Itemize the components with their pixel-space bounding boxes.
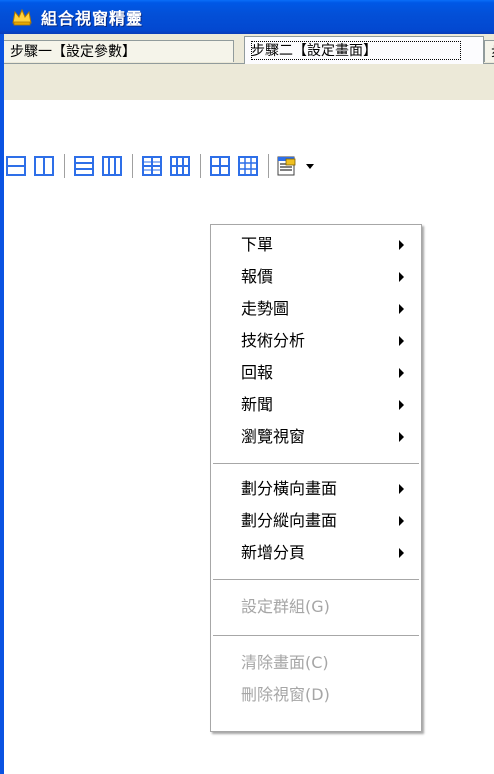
window-title: 組合視窗精靈 xyxy=(41,9,144,28)
split-vertical-3-icon[interactable] xyxy=(102,156,122,176)
submenu-arrow-icon xyxy=(399,484,404,494)
menu-item-label: 劃分縱向畫面 xyxy=(241,511,338,530)
crown-icon xyxy=(12,8,32,26)
context-menu: 下單 報價 走勢圖 技術分析 回報 新聞 瀏覽視窗 劃分橫向畫面 劃分縱向畫面 … xyxy=(210,224,422,732)
menu-item-report[interactable]: 回報 xyxy=(211,361,421,385)
toolbar-separator xyxy=(64,154,65,178)
grid-3x3-icon[interactable] xyxy=(238,156,258,176)
submenu-arrow-icon xyxy=(399,336,404,346)
grid-alt-2x2-icon[interactable] xyxy=(210,156,230,176)
title-bar[interactable]: 組合視窗精靈 xyxy=(0,0,494,34)
menu-item-label: 新聞 xyxy=(241,395,274,414)
menu-separator xyxy=(213,635,419,636)
menu-item-clear-screen: 清除畫面(C) xyxy=(211,651,421,675)
menu-item-label: 設定群組(G) xyxy=(241,597,330,616)
menu-item-split-horizontal[interactable]: 劃分橫向畫面 xyxy=(211,477,421,501)
grid-2x2-icon[interactable] xyxy=(142,156,162,176)
submenu-arrow-icon xyxy=(399,548,404,558)
layout-toolbar xyxy=(4,150,494,184)
menu-item-label: 劃分橫向畫面 xyxy=(241,479,338,498)
submenu-arrow-icon xyxy=(399,304,404,314)
menu-separator xyxy=(213,579,419,580)
menu-item-label: 瀏覽視窗 xyxy=(241,427,306,446)
submenu-arrow-icon xyxy=(399,432,404,442)
split-horizontal-2-icon[interactable] xyxy=(6,156,26,176)
menu-item-add-page[interactable]: 新增分頁 xyxy=(211,541,421,565)
menu-item-trend-chart[interactable]: 走勢圖 xyxy=(211,297,421,321)
menu-item-label: 刪除視窗(D) xyxy=(241,685,330,704)
grid-2x3-icon[interactable] xyxy=(170,156,190,176)
submenu-arrow-icon xyxy=(399,272,404,282)
menu-separator xyxy=(213,463,419,464)
tab-step-1-label: 步驟一【設定參數】 xyxy=(10,44,136,60)
menu-item-label: 報價 xyxy=(241,267,274,286)
tab-step-3[interactable]: 步 xyxy=(484,40,494,62)
menu-item-label: 走勢圖 xyxy=(241,299,290,318)
submenu-arrow-icon xyxy=(399,516,404,526)
submenu-arrow-icon xyxy=(399,240,404,250)
split-vertical-2-icon[interactable] xyxy=(34,156,54,176)
menu-item-label: 技術分析 xyxy=(241,331,306,350)
menu-item-split-vertical[interactable]: 劃分縱向畫面 xyxy=(211,509,421,533)
menu-item-technical-analysis[interactable]: 技術分析 xyxy=(211,329,421,353)
window-menu-icon[interactable] xyxy=(276,155,298,177)
focus-rect xyxy=(251,41,461,60)
toolbar-separator xyxy=(268,154,269,178)
submenu-arrow-icon xyxy=(399,400,404,410)
tab-step-2[interactable]: 步驟二【設定畫面】 xyxy=(244,36,484,64)
menu-item-delete-window: 刪除視窗(D) xyxy=(211,683,421,707)
menu-item-browser-window[interactable]: 瀏覽視窗 xyxy=(211,425,421,449)
menu-item-label: 清除畫面(C) xyxy=(241,653,329,672)
split-horizontal-3-icon[interactable] xyxy=(74,156,94,176)
tab-step-1[interactable]: 步驟一【設定參數】 xyxy=(4,40,234,62)
tab-strip: 步驟一【設定參數】 步驟二【設定畫面】 步 xyxy=(4,34,494,100)
menu-item-news[interactable]: 新聞 xyxy=(211,393,421,417)
chevron-down-icon[interactable] xyxy=(306,164,314,169)
toolbar-separator xyxy=(200,154,201,178)
menu-item-quote[interactable]: 報價 xyxy=(211,265,421,289)
wizard-window: 組合視窗精靈 步驟一【設定參數】 步驟二【設定畫面】 步 xyxy=(0,0,494,774)
toolbar-separator xyxy=(132,154,133,178)
submenu-arrow-icon xyxy=(399,368,404,378)
menu-item-order[interactable]: 下單 xyxy=(211,233,421,257)
menu-item-label: 回報 xyxy=(241,363,274,382)
menu-item-label: 下單 xyxy=(241,235,274,254)
menu-item-set-group: 設定群組(G) xyxy=(211,595,421,619)
menu-item-label: 新增分頁 xyxy=(241,543,306,562)
